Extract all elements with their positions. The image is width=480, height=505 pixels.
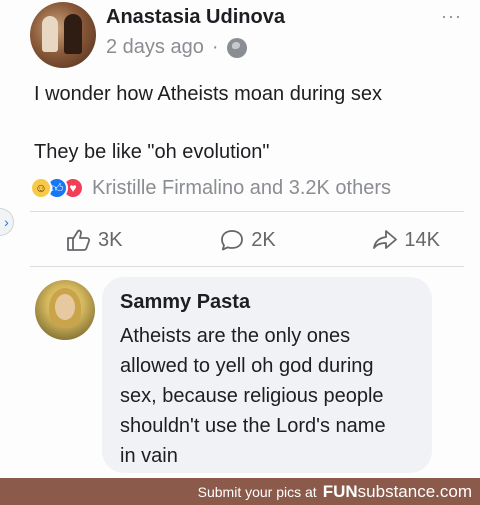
- post-text-line2: They be like "oh evolution": [34, 141, 270, 163]
- commenter-avatar[interactable]: [35, 280, 95, 340]
- watermark-footer: Submit your pics at FUNsubstance.com: [0, 478, 480, 505]
- meta-separator: ·: [211, 36, 219, 58]
- author-name[interactable]: Anastasia Udinova: [106, 6, 285, 29]
- footer-brand[interactable]: FUNsubstance.com: [323, 482, 472, 502]
- like-count: 3K: [98, 228, 123, 251]
- divider: [30, 266, 464, 267]
- footer-brand-prefix: FUN: [322, 481, 358, 501]
- post-header: Anastasia Udinova 2 days ago · ···: [30, 2, 470, 68]
- haha-icon: ☺: [30, 177, 52, 199]
- post-time[interactable]: 2 days ago: [106, 36, 204, 59]
- share-button[interactable]: 14K: [372, 228, 440, 252]
- share-icon: [373, 230, 398, 249]
- globe-icon: [226, 37, 247, 58]
- comment-text: Atheists are the only ones allowed to ye…: [120, 325, 386, 467]
- post-text-line1: I wonder how Atheists moan during sex: [34, 83, 382, 105]
- comment-button[interactable]: 2K: [219, 228, 276, 252]
- post-meta: 2 days ago ·: [106, 36, 247, 59]
- reactions-summary[interactable]: ☺ 👍︎ ♥ Kristille Firmalino and 3.2K othe…: [30, 175, 391, 201]
- footer-brand-suffix: substance.com: [357, 481, 472, 501]
- comment-bubble: Sammy Pasta Atheists are the only ones a…: [102, 277, 432, 473]
- footer-text: Submit your pics at: [197, 483, 317, 500]
- more-options-icon[interactable]: ···: [441, 6, 462, 27]
- author-avatar[interactable]: [30, 2, 96, 68]
- divider: [30, 211, 464, 212]
- chevron-right-icon[interactable]: ›: [0, 208, 14, 236]
- thumbs-up-icon: [67, 229, 91, 251]
- comment-icon: [221, 230, 244, 251]
- commenter-name[interactable]: Sammy Pasta: [120, 291, 250, 314]
- post-actions: 3K 2K 14K: [30, 222, 464, 258]
- like-button[interactable]: 3K: [66, 228, 122, 252]
- comment-count: 2K: [251, 228, 276, 251]
- share-count: 14K: [404, 228, 440, 251]
- post-card: Anastasia Udinova 2 days ago · ··· I won…: [0, 0, 480, 478]
- reactions-text[interactable]: Kristille Firmalino and 3.2K others: [92, 177, 391, 200]
